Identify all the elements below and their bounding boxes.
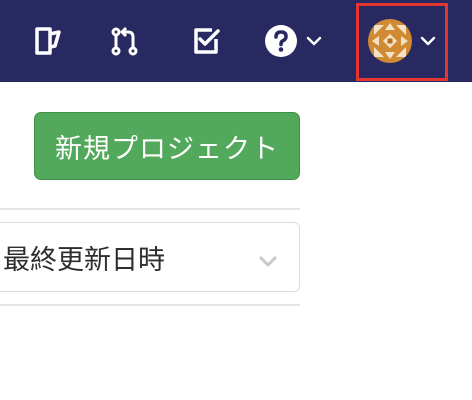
new-project-label: 新規プロジェクト xyxy=(55,133,279,165)
merge-request-icon xyxy=(107,24,141,58)
chevron-down-icon xyxy=(420,36,436,46)
snippets-button[interactable] xyxy=(28,0,68,82)
chevron-down-icon xyxy=(259,252,277,271)
todos-button[interactable] xyxy=(186,0,226,82)
chevron-down-icon xyxy=(306,36,322,46)
merge-requests-button[interactable] xyxy=(104,0,144,82)
snippets-icon xyxy=(31,24,65,58)
top-navbar xyxy=(0,0,472,82)
help-dropdown[interactable] xyxy=(260,0,326,82)
new-project-button[interactable]: 新規プロジェクト xyxy=(34,112,300,180)
user-menu-dropdown[interactable] xyxy=(364,0,440,82)
sort-selected-value: 最終更新日時 xyxy=(3,244,165,276)
user-avatar xyxy=(368,19,412,63)
divider xyxy=(0,304,300,306)
divider xyxy=(0,208,300,210)
sort-dropdown[interactable]: 最終更新日時 xyxy=(0,222,300,292)
todo-icon xyxy=(189,24,223,58)
help-icon xyxy=(264,24,298,58)
